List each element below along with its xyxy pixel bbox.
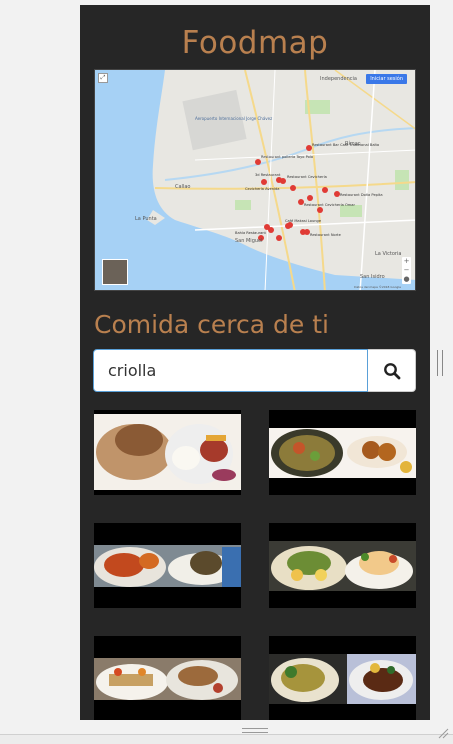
search-icon <box>383 362 400 379</box>
search-input[interactable] <box>93 349 368 392</box>
food-card-4[interactable] <box>269 523 416 608</box>
map-marker-label-9: Restaurant Norte <box>310 233 342 237</box>
app-title: Foodmap <box>181 25 329 61</box>
map-label-san-miguel: San Miguel <box>235 238 263 244</box>
food-card-5[interactable] <box>94 636 241 720</box>
food-card-6[interactable] <box>269 636 416 720</box>
map-zoom-control[interactable]: + − ● <box>402 257 411 284</box>
map-label-la-victoria: La Victoria <box>375 251 401 257</box>
food-card-2[interactable] <box>269 410 416 495</box>
section-title: Comida cerca de ti <box>94 310 329 339</box>
map-marker-label-2: Restaurant Bar Café Tradicional Balta <box>312 143 379 147</box>
resize-corner-icon[interactable] <box>437 727 449 739</box>
map-marker-label-8: Café Makasi Lounge <box>285 219 322 223</box>
map-canvas[interactable]: Independencia Callao Rímac San Miguel La… <box>95 70 416 291</box>
map-label-aeropuerto: Aeropuerto Internacional Jorge Chávez <box>195 116 272 121</box>
vertical-resize-handle[interactable] <box>437 350 443 376</box>
fullscreen-icon[interactable]: ⤢ <box>98 73 108 83</box>
map-label-la-punta: La Punta <box>135 216 157 222</box>
horizontal-resize-handle[interactable] <box>242 728 268 733</box>
food-card-3[interactable] <box>94 523 241 608</box>
map-marker-label-10: Bahía Restaurant <box>235 231 267 235</box>
app-viewport: Foodmap Independencia Callao Rímac San M… <box>80 5 430 720</box>
pegman-icon[interactable]: ● <box>403 275 409 284</box>
map-satellite-toggle[interactable] <box>102 259 128 285</box>
map-marker-label-6: Restaurant Doña Pepita <box>340 193 383 197</box>
map-marker-label-3: 3d Restaurant <box>255 173 281 177</box>
search-button[interactable] <box>368 349 416 392</box>
map-marker-label-5: Restaurant Cevichería <box>287 175 327 179</box>
food-card-1[interactable] <box>94 410 241 495</box>
map-marker-label-7: Restaurant Cevichería Omar <box>304 203 355 207</box>
zoom-in-icon[interactable]: + <box>404 257 410 266</box>
map-marker-label-4: Cevichería Avenida <box>245 187 279 191</box>
map-sign-in-button[interactable]: Iniciar sesión <box>366 74 407 84</box>
search-bar <box>93 349 416 392</box>
map-copyright: Datos del mapa ©2018 Google <box>354 285 401 289</box>
map-marker-label-1: Restaurant pollería Tayo Polo <box>261 155 313 159</box>
zoom-out-icon[interactable]: − <box>404 266 410 275</box>
map-label-independencia: Independencia <box>320 76 357 82</box>
map[interactable]: Independencia Callao Rímac San Miguel La… <box>94 69 416 291</box>
map-label-san-isidro: San Isidro <box>360 274 385 280</box>
map-label-callao: Callao <box>175 184 190 190</box>
